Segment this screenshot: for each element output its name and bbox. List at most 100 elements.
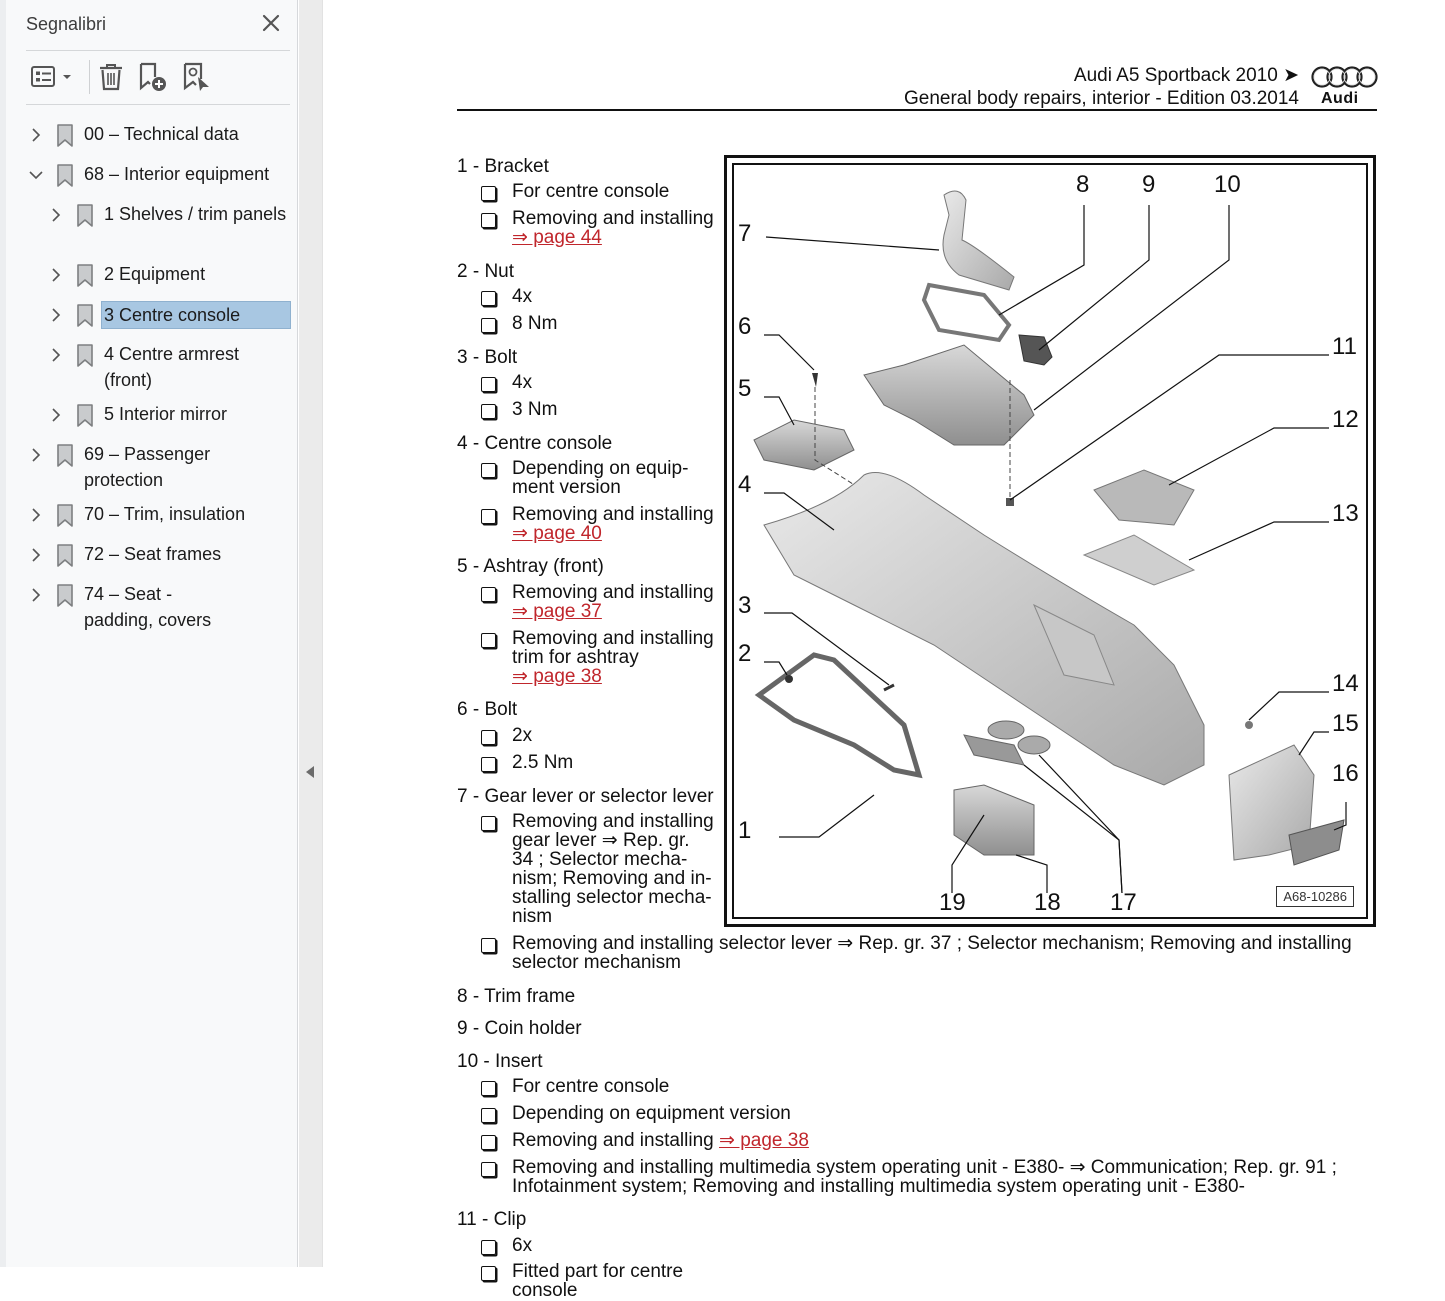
part-note: Removing and installing trim for ashtray… (481, 629, 714, 686)
bookmark-item[interactable]: 3 Centre console (48, 301, 291, 329)
part-title: 9 - Coin holder (457, 1018, 582, 1039)
trash-icon (100, 64, 122, 91)
callout-12: 12 (1332, 406, 1359, 433)
bookmark-item[interactable]: 69 – Passenger protection (28, 444, 210, 493)
note-text: Removing and installing (512, 582, 714, 603)
bookmark-label[interactable]: 68 – Interior equipment (84, 161, 269, 187)
chevron-right-icon[interactable] (48, 345, 64, 365)
add-bookmark-button[interactable] (138, 62, 168, 92)
bookmark-label[interactable]: 5 Interior mirror (104, 401, 227, 427)
callout-14: 14 (1332, 670, 1359, 697)
page-link[interactable]: ⇒ page 37 (512, 601, 602, 622)
bookmark-item[interactable]: 4 Centre armrest (front) (48, 344, 239, 393)
note-text: Depending on equip- ment version (512, 458, 689, 498)
checkbox-bullet-icon (481, 587, 496, 602)
checkbox-bullet-icon (481, 730, 496, 745)
bookmark-label[interactable]: 00 – Technical data (84, 121, 239, 147)
note-text: 3 Nm (512, 399, 558, 420)
note-text: 4x (512, 372, 533, 393)
chevron-right-icon[interactable] (28, 125, 44, 145)
bookmark-label[interactable]: 1 Shelves / trim panels (104, 201, 286, 227)
part-note: Depending on equip- ment version (481, 459, 688, 497)
callout-8: 8 (1076, 171, 1090, 198)
checkbox-bullet-icon (481, 186, 496, 201)
bookmark-label[interactable]: 72 – Seat frames (84, 541, 221, 567)
page-link[interactable]: ⇒ page 44 (512, 227, 602, 248)
bookmark-icon (76, 344, 94, 368)
delete-bookmark-button[interactable] (98, 62, 124, 92)
callout-19: 19 (939, 889, 966, 916)
part-note: 8 Nm (481, 314, 557, 333)
checkbox-bullet-icon (481, 404, 496, 419)
centre-console-illustration (753, 190, 1347, 894)
part-title: 6 - Bolt (457, 699, 518, 720)
bookmark-label[interactable]: 3 Centre console (101, 301, 291, 329)
chevron-right-icon[interactable] (48, 265, 64, 285)
audi-wordmark: Audi (1321, 90, 1359, 107)
part-title: 4 - Centre console (457, 433, 613, 454)
bookmark-item[interactable]: 74 – Seat - padding, covers (28, 584, 211, 633)
note-text: 2x (512, 725, 533, 746)
checkbox-bullet-icon (481, 938, 496, 953)
part-note: 4x (481, 373, 532, 392)
chevron-right-icon[interactable] (28, 545, 44, 565)
bookmark-label[interactable]: 70 – Trim, insulation (84, 501, 245, 527)
panel-splitter[interactable] (299, 0, 323, 1267)
part-note: 3 Nm (481, 400, 557, 419)
part-note: 2x (481, 726, 532, 745)
part-note: Removing and installing selector lever ⇒… (481, 934, 1352, 972)
part-note: Removing and installing ⇒ page 38 (481, 1131, 809, 1150)
note-text: Removing and installing multimedia syste… (512, 1157, 1337, 1197)
bookmark-label[interactable]: 4 Centre armrest (front) (104, 341, 239, 393)
bookmark-icon (76, 204, 94, 228)
close-icon (262, 14, 280, 32)
bookmarks-header: Segnalibri (26, 10, 290, 51)
bookmark-item[interactable]: 2 Equipment (48, 264, 205, 288)
callout-4: 4 (738, 471, 752, 498)
collapse-panel-arrow-icon[interactable] (306, 766, 314, 778)
find-bookmark-button[interactable] (182, 62, 212, 92)
part-note: Removing and installing multimedia syste… (481, 1158, 1337, 1196)
part-title: 5 - Ashtray (front) (457, 556, 604, 577)
part-title: 10 - Insert (457, 1051, 543, 1072)
note-text: Depending on equipment version (512, 1103, 791, 1124)
part-title: 3 - Bolt (457, 347, 518, 368)
bookmark-item[interactable]: 5 Interior mirror (48, 404, 227, 428)
chevron-right-icon[interactable] (48, 405, 64, 425)
options-menu-button[interactable] (31, 62, 75, 92)
part-note: Removing and installing ⇒ page 37 (481, 583, 714, 621)
close-panel-button[interactable] (258, 10, 284, 36)
bookmark-item[interactable]: 72 – Seat frames (28, 544, 221, 568)
bookmark-item[interactable]: 1 Shelves / trim panels (48, 204, 286, 228)
note-text: For centre console (512, 181, 670, 202)
bookmark-icon (56, 124, 74, 148)
page-link[interactable]: ⇒ page 38 (719, 1130, 809, 1151)
note-text: Fitted part for centre console (512, 1261, 684, 1301)
checkbox-bullet-icon (481, 1081, 496, 1096)
chevron-right-icon[interactable] (28, 505, 44, 525)
part-note: Removing and installing ⇒ page 40 (481, 505, 714, 543)
bookmark-item[interactable]: 68 – Interior equipment (28, 164, 269, 188)
chevron-right-icon[interactable] (48, 205, 64, 225)
chevron-right-icon[interactable] (48, 305, 64, 325)
page-link[interactable]: ⇒ page 40 (512, 523, 602, 544)
chevron-right-icon[interactable] (28, 445, 44, 465)
callout-1: 1 (738, 817, 752, 844)
checkbox-bullet-icon (481, 291, 496, 306)
part-note: Removing and installing gear lever ⇒ Rep… (481, 812, 714, 926)
chevron-right-icon[interactable] (28, 585, 44, 605)
bookmark-label[interactable]: 74 – Seat - padding, covers (84, 581, 211, 633)
checkbox-bullet-icon (481, 1108, 496, 1123)
part-note: For centre console (481, 1077, 669, 1096)
callout-18: 18 (1034, 889, 1061, 916)
checkbox-bullet-icon (481, 509, 496, 524)
page-link[interactable]: ⇒ page 38 (512, 666, 602, 687)
bookmark-label[interactable]: 2 Equipment (104, 261, 205, 287)
bookmark-icon (56, 544, 74, 568)
bookmarks-toolbar (26, 52, 290, 105)
bookmark-label[interactable]: 69 – Passenger protection (84, 441, 210, 493)
chevron-down-icon[interactable] (28, 165, 44, 185)
figure-id: A68-10286 (1276, 886, 1354, 907)
bookmark-item[interactable]: 70 – Trim, insulation (28, 504, 245, 528)
bookmark-item[interactable]: 00 – Technical data (28, 124, 239, 148)
